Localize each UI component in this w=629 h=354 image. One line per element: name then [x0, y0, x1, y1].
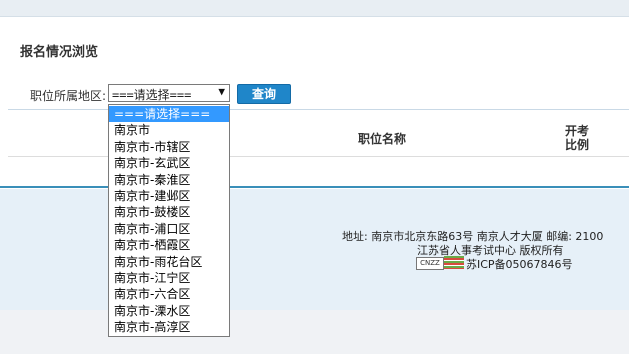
query-button[interactable]: 查询 [237, 84, 291, 104]
banner-divider [0, 16, 629, 17]
dropdown-option[interactable]: 南京市-秦淮区 [109, 172, 229, 188]
police-badge-icon [444, 256, 464, 269]
dropdown-option[interactable]: 南京市-溧水区 [109, 303, 229, 319]
region-filter-label: 职位所属地区: [30, 89, 107, 103]
dropdown-option[interactable]: 南京市-雨花台区 [109, 254, 229, 270]
column-header-ratio-line1: 开考 [564, 124, 589, 138]
dropdown-option[interactable]: 南京市-高淳区 [109, 319, 229, 335]
dropdown-option[interactable]: 南京市-玄武区 [109, 155, 229, 171]
column-header-position-name: 职位名称 [358, 132, 407, 146]
dropdown-option[interactable]: 南京市-鼓楼区 [109, 204, 229, 220]
dropdown-option[interactable]: 南京市-六合区 [109, 286, 229, 302]
bottom-strip [0, 310, 629, 354]
dropdown-option-placeholder[interactable]: ===请选择=== [109, 106, 229, 123]
dropdown-option[interactable]: 南京市 [109, 122, 229, 138]
cnzz-badge-icon[interactable]: CNZZ [416, 257, 444, 270]
filter-divider [8, 109, 629, 110]
region-select[interactable]: ===请选择=== ▼ [108, 84, 230, 102]
dropdown-option[interactable]: 南京市-建邺区 [109, 188, 229, 204]
top-banner [0, 0, 629, 16]
column-header-ratio-line2: 比例 [564, 138, 589, 152]
dropdown-option[interactable]: 南京市-江宁区 [109, 270, 229, 286]
region-dropdown-list[interactable]: ===请选择=== 南京市 南京市-市辖区 南京市-玄武区 南京市-秦淮区 南京市-建邺区… [108, 104, 230, 337]
chevron-down-icon[interactable]: ▼ [218, 85, 225, 98]
footer-icp-link[interactable]: 苏ICP备05067846号 [466, 256, 573, 272]
table-header-divider [8, 156, 629, 157]
footer-rule [0, 186, 629, 188]
page-title: 报名情况浏览 [20, 45, 99, 60]
column-header-ratio: 开考 比例 [564, 124, 590, 152]
dropdown-option[interactable]: 南京市-浦口区 [109, 221, 229, 237]
region-select-value: ===请选择=== [112, 88, 192, 102]
dropdown-option[interactable]: 南京市-市辖区 [109, 139, 229, 155]
footer-icp-row: CNZZ 苏ICP备05067846号 [416, 256, 573, 272]
dropdown-option[interactable]: 南京市-栖霞区 [109, 237, 229, 253]
